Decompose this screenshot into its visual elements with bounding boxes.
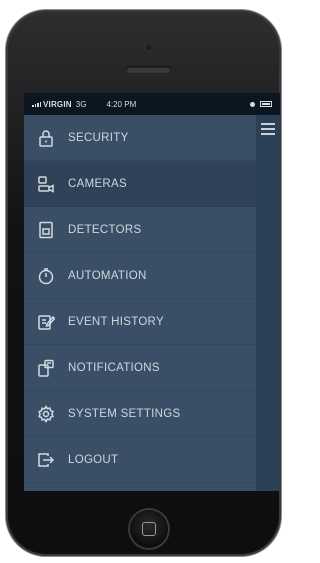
menu-item-logout[interactable]: LOGOUT [24,437,256,483]
gear-icon [36,404,56,424]
menu-item-label: EVENT HISTORY [68,315,164,328]
home-square-icon [142,522,156,536]
menu-item-label: SYSTEM SETTINGS [68,407,181,420]
timer-icon [36,266,56,286]
phone-screen: VIRGIN 3G 4:20 PM SECURITY CAMERAS DETEC… [24,93,280,491]
hamburger-menu-icon[interactable] [261,123,275,135]
front-camera [144,43,153,52]
signal-bars-icon [32,101,41,107]
status-time: 4:20 PM [106,99,137,109]
menu-item-cameras[interactable]: CAMERAS [24,161,256,207]
menu-item-label: AUTOMATION [68,269,147,282]
edit-list-icon [36,312,56,332]
status-bar: VIRGIN 3G 4:20 PM [24,93,280,115]
menu-item-label: DETECTORS [68,223,142,236]
menu-item-label: NOTIFICATIONS [68,361,160,374]
menu-item-label: SECURITY [68,131,129,144]
notification-icon [36,358,56,378]
detector-icon [36,220,56,240]
bluetooth-icon [250,101,255,107]
side-menu: SECURITY CAMERAS DETECTORS AUTOMATION EV… [24,115,256,491]
camera-icon [36,174,56,194]
menu-item-detectors[interactable]: DETECTORS [24,207,256,253]
home-button[interactable] [130,510,168,548]
menu-item-label: LOGOUT [68,453,119,466]
battery-icon [260,101,272,107]
network-type: 3G [75,99,87,109]
phone-frame: VIRGIN 3G 4:20 PM SECURITY CAMERAS DETEC… [6,10,281,556]
menu-item-security[interactable]: SECURITY [24,115,256,161]
menu-item-label: CAMERAS [68,177,127,190]
menu-item-system-settings[interactable]: SYSTEM SETTINGS [24,391,256,437]
menu-item-event-history[interactable]: EVENT HISTORY [24,299,256,345]
logout-icon [36,450,56,470]
lock-icon [36,128,56,148]
menu-item-automation[interactable]: AUTOMATION [24,253,256,299]
content-edge [256,115,280,491]
earpiece-speaker [126,66,171,73]
carrier-name: VIRGIN [43,99,72,109]
menu-item-notifications[interactable]: NOTIFICATIONS [24,345,256,391]
